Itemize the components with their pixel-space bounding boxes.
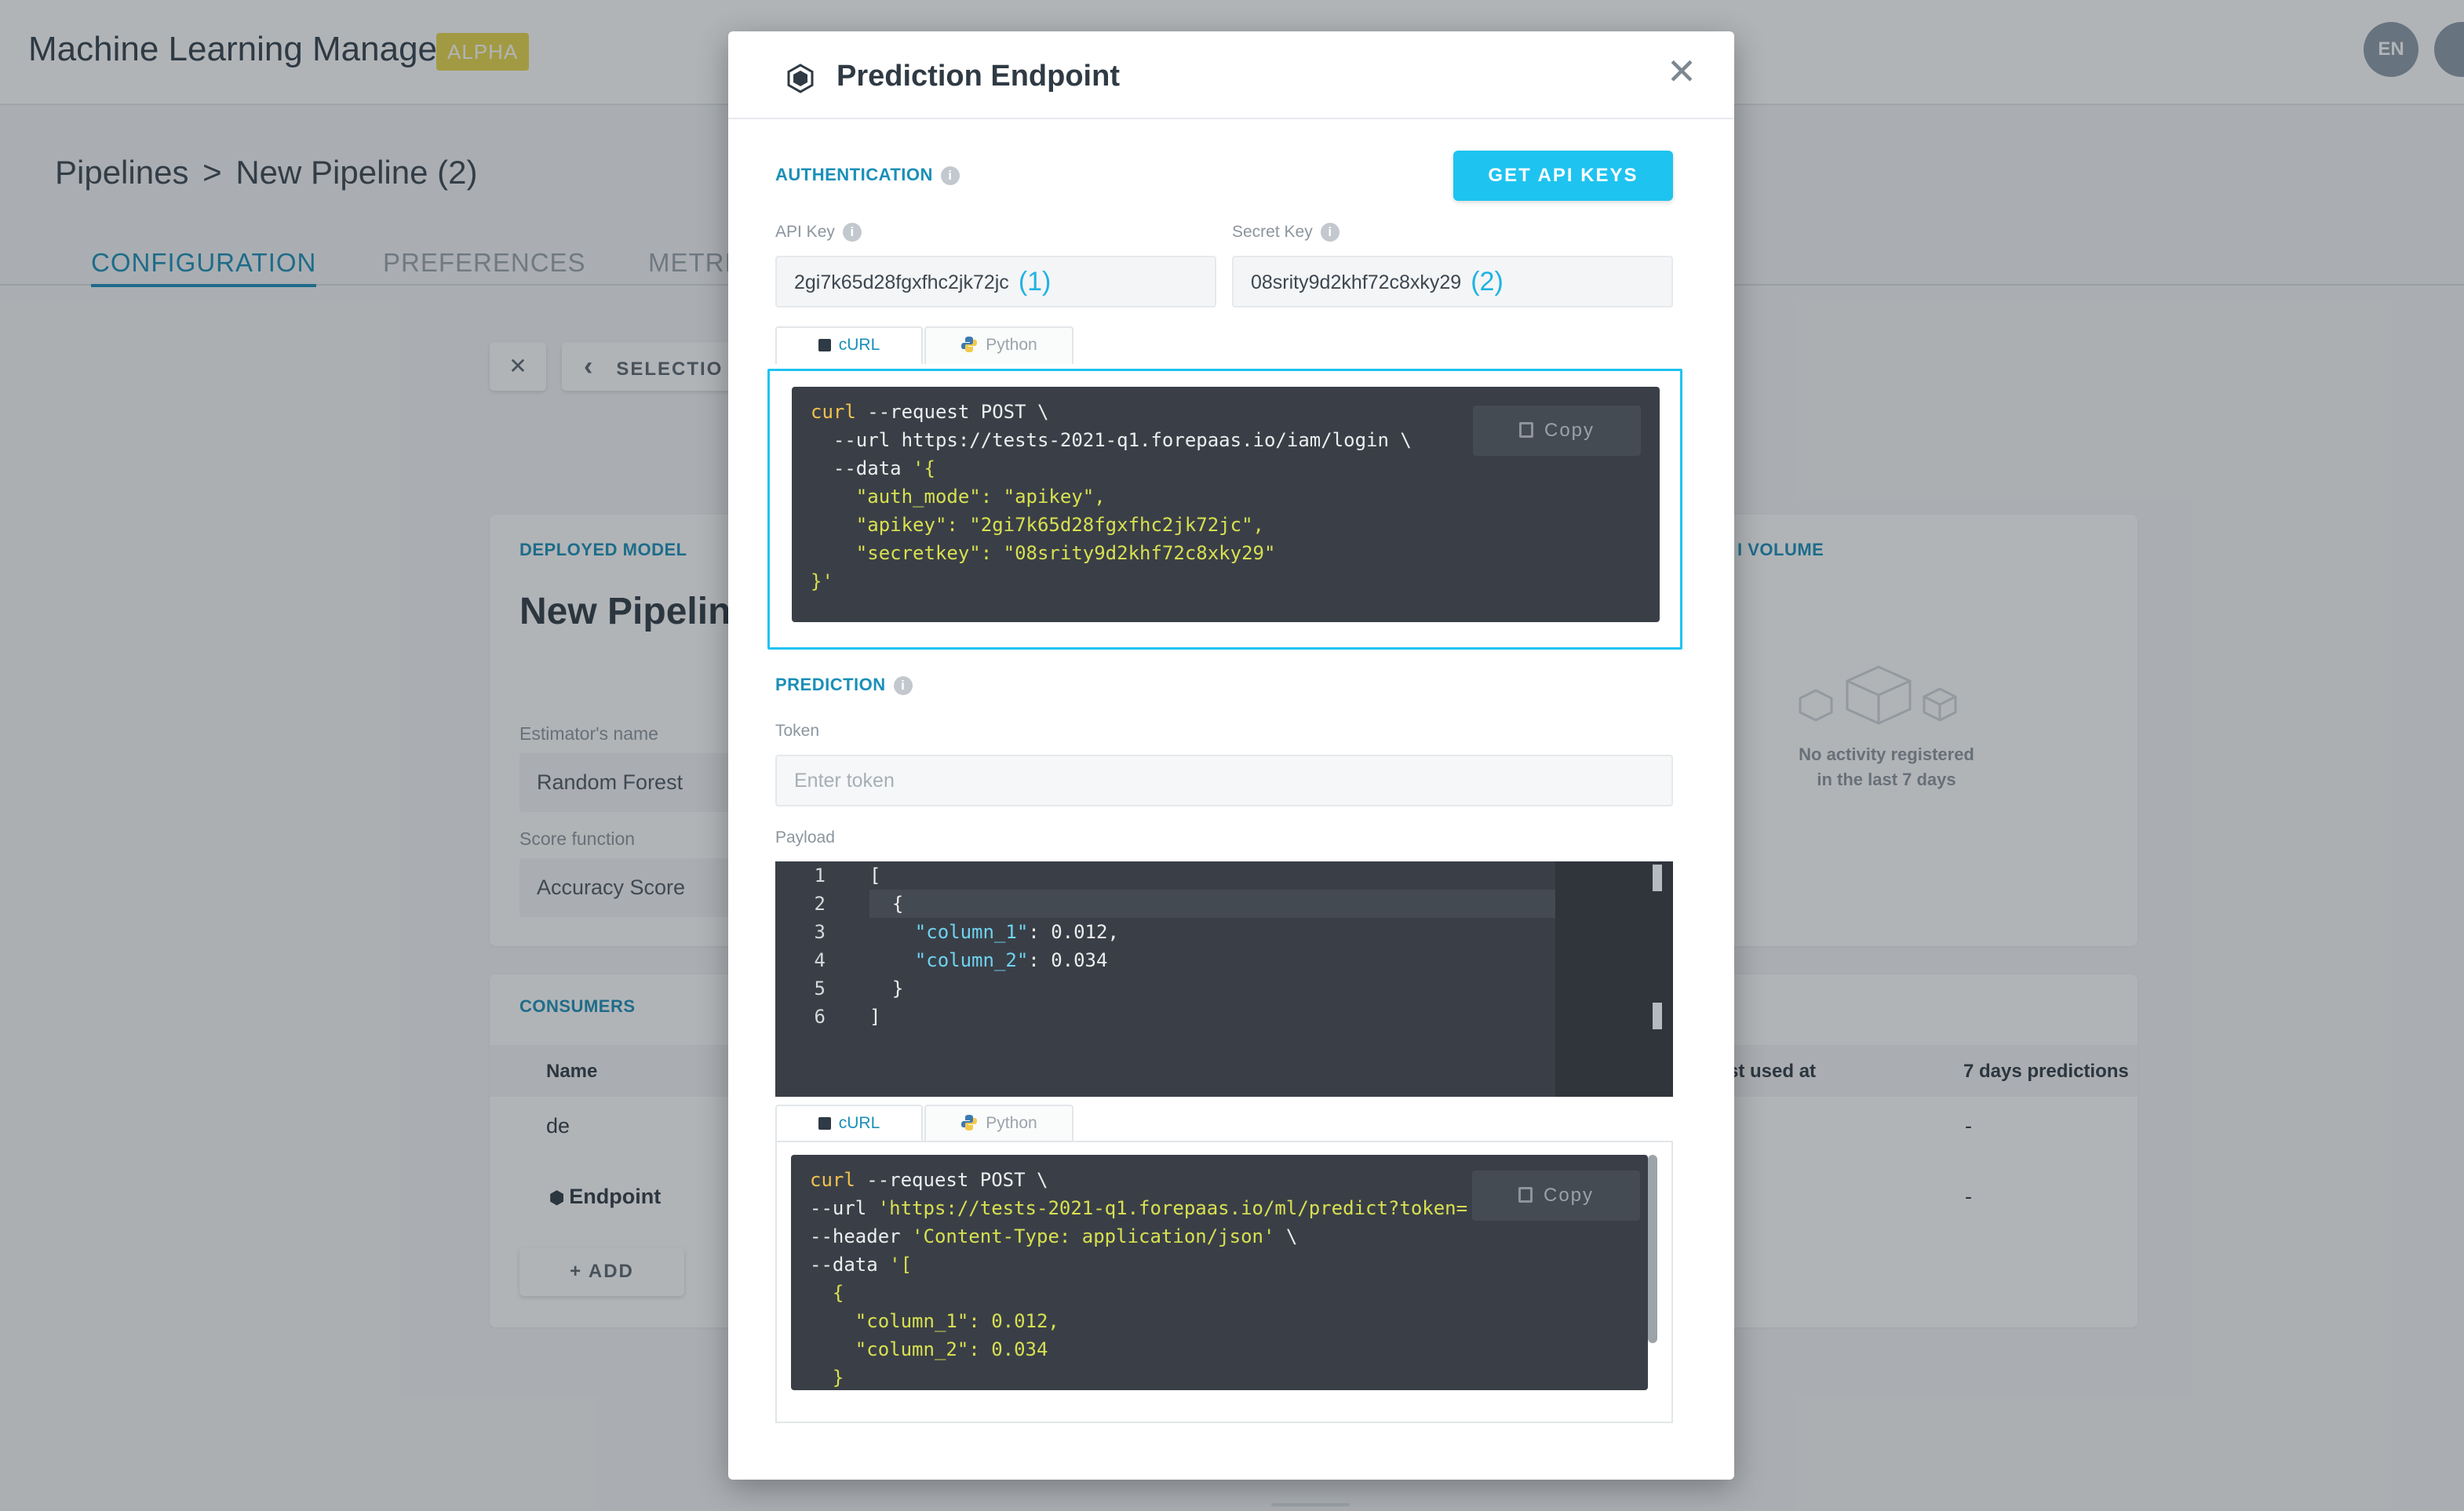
editor-minimap[interactable]	[1555, 861, 1673, 1097]
line-number: 4	[814, 949, 826, 971]
minimap-scroll-thumb[interactable]	[1653, 1003, 1662, 1029]
code-line: --header 'Content-Type: application/json…	[810, 1225, 1298, 1247]
tab-python[interactable]: Python	[924, 326, 1073, 364]
line-number: 1	[814, 865, 826, 887]
api-key-label: API Key i	[775, 223, 862, 242]
api-key-text: API Key	[775, 223, 835, 241]
prediction-endpoint-modal: Prediction Endpoint ✕ AUTHENTICATION i GE…	[728, 31, 1734, 1480]
copy-icon	[1518, 1187, 1533, 1203]
tab-curl-label: cURL	[838, 336, 880, 354]
prediction-label: PREDICTION i	[775, 675, 913, 696]
tab-python[interactable]: Python	[924, 1105, 1073, 1142]
auth-code-frame: curl --request POST \ --url https://test…	[767, 369, 1682, 650]
prediction-text: PREDICTION	[775, 675, 886, 694]
api-key-field[interactable]: 2gi7k65d28fgxfhc2jk72jc (1)	[775, 256, 1216, 308]
info-icon[interactable]: i	[842, 223, 862, 242]
code-line: }	[810, 1367, 844, 1389]
minimap-scroll-thumb[interactable]	[1653, 865, 1662, 891]
code-line: "apikey": "2gi7k65d28fgxfhc2jk72jc",	[811, 514, 1264, 536]
copy-label: Copy	[1543, 1185, 1595, 1206]
auth-code-tabs: cURL Python	[775, 326, 1089, 364]
info-icon[interactable]: i	[940, 166, 960, 186]
copy-button[interactable]: Copy	[1472, 1171, 1640, 1221]
python-icon	[961, 337, 978, 352]
predict-code-tabs: cURL Python	[775, 1105, 1089, 1142]
line-number: 6	[814, 1006, 826, 1028]
payload-line: "column_1": 0.012,	[914, 921, 1119, 943]
line-number: 2	[814, 893, 826, 915]
payload-editor[interactable]: 1 2 3 4 5 6 [ { "column_1": 0.012, "column_2"…	[775, 861, 1673, 1097]
secret-key-field[interactable]: 08srity9d2khf72c8xky29 (2)	[1232, 256, 1673, 308]
secret-key-marker: (2)	[1471, 267, 1504, 297]
code-line: "auth_mode": "apikey",	[811, 486, 1106, 508]
close-icon[interactable]: ✕	[1660, 50, 1703, 93]
tab-curl[interactable]: cURL	[775, 326, 923, 364]
code-line: "secretkey": "08srity9d2khf72c8xky29"	[811, 542, 1276, 564]
line-number: 5	[814, 978, 826, 999]
payload-label: Payload	[775, 828, 835, 847]
payload-line: }	[869, 978, 904, 999]
copy-icon	[1518, 422, 1533, 438]
line-numbers: 1 2 3 4 5 6	[775, 861, 869, 1097]
copy-label: Copy	[1544, 420, 1595, 441]
api-key-value: 2gi7k65d28fgxfhc2jk72jc	[794, 271, 1009, 293]
tab-python-label: Python	[986, 1114, 1037, 1132]
token-label: Token	[775, 722, 820, 740]
copy-button[interactable]: Copy	[1473, 406, 1641, 456]
predict-code-frame: curl --request POST \ --url 'https://test…	[775, 1141, 1673, 1423]
code-scrollbar[interactable]	[1648, 1155, 1657, 1343]
info-icon[interactable]: i	[893, 676, 913, 696]
api-key-marker: (1)	[1018, 267, 1052, 297]
code-line: --data '{	[811, 457, 935, 479]
code-line: "column_1": 0.012,	[810, 1310, 1059, 1332]
code-line: "column_2": 0.034	[810, 1338, 1048, 1360]
tab-curl-label: cURL	[838, 1114, 880, 1132]
secret-key-value: 08srity9d2khf72c8xky29	[1251, 271, 1462, 293]
modal-header: Prediction Endpoint ✕	[728, 31, 1734, 119]
authentication-label: AUTHENTICATION i	[775, 165, 960, 186]
secret-key-label: Secret Key i	[1232, 223, 1340, 242]
code-line: --data '[	[810, 1254, 913, 1276]
tab-python-label: Python	[986, 336, 1037, 354]
payload-line: "column_2": 0.034	[914, 949, 1108, 971]
code-line: }'	[811, 570, 833, 592]
payload-line: {	[869, 890, 1555, 918]
token-input[interactable]	[775, 755, 1673, 806]
secret-key-text: Secret Key	[1232, 223, 1313, 241]
payload-code[interactable]: [ { "column_1": 0.012, "column_2": 0.034…	[869, 861, 1555, 1097]
tab-curl[interactable]: cURL	[775, 1105, 923, 1142]
hexagon-icon	[787, 64, 814, 93]
page-scrollbar[interactable]	[1271, 1503, 1350, 1506]
authentication-text: AUTHENTICATION	[775, 165, 933, 184]
python-icon	[961, 1115, 978, 1131]
get-api-keys-button[interactable]: GET API KEYS	[1453, 151, 1673, 201]
payload-line: [	[869, 865, 881, 887]
terminal-icon	[818, 1117, 831, 1130]
info-icon[interactable]: i	[1320, 223, 1340, 242]
line-number: 3	[814, 921, 826, 943]
payload-line: ]	[869, 1006, 881, 1028]
modal-title: Prediction Endpoint	[837, 60, 1120, 93]
terminal-icon	[818, 339, 831, 351]
code-line: {	[810, 1282, 844, 1304]
